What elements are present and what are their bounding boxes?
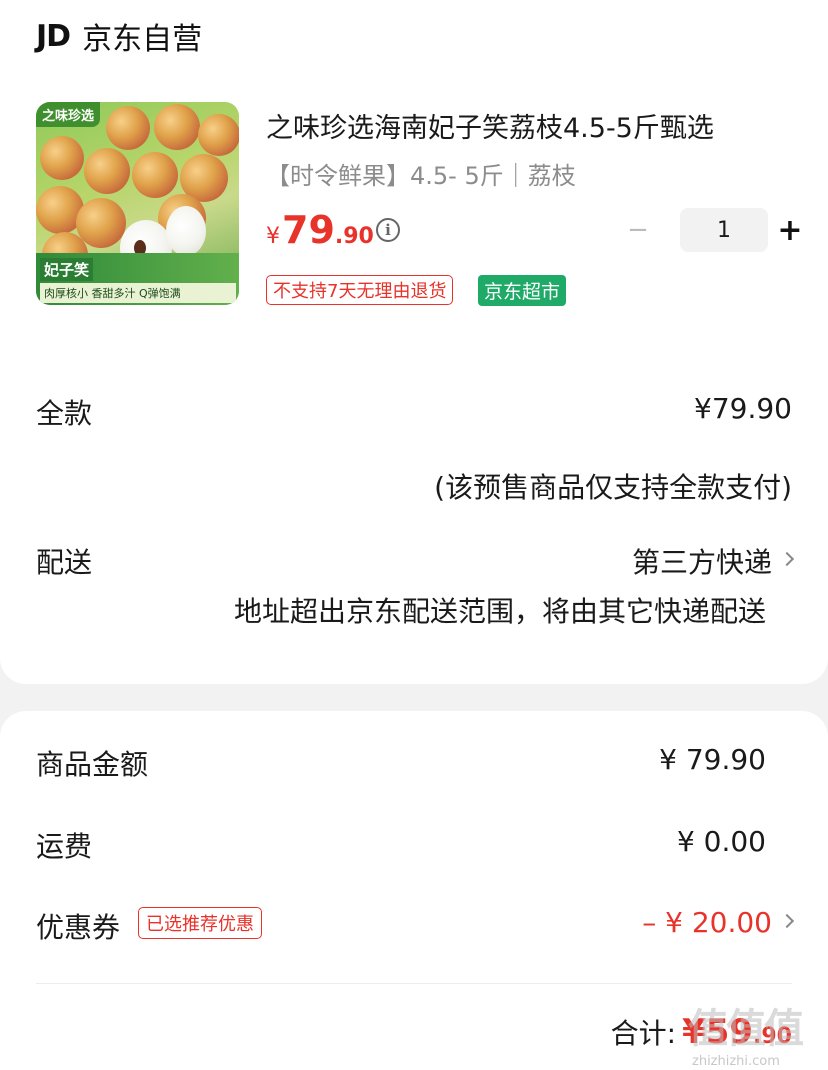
watermark-glyphs: 值值值 xyxy=(688,1006,804,1052)
price-integer: 79 xyxy=(282,208,335,252)
delivery-value: 第三方快递 xyxy=(631,546,772,579)
shop-name: 京东自营 xyxy=(82,22,203,57)
decrease-quantity-button[interactable]: − xyxy=(620,208,656,252)
delivery-label: 配送 xyxy=(36,546,93,579)
quantity-input[interactable]: 1 xyxy=(680,208,768,252)
no-return-tag: 不支持7天无理由退货 xyxy=(266,275,454,305)
product-image-banner-sub: 肉厚核小 香甜多汁 Q弹饱满 xyxy=(40,283,236,303)
lychee-fruit xyxy=(106,106,150,150)
chevron-right-icon xyxy=(779,551,795,567)
watermark-domain: zhizhizhi.com xyxy=(692,1054,780,1069)
delivery-note: 地址超出京东配送范围，将由其它快递配送 xyxy=(233,595,766,628)
product-price: ¥ 79 .90 xyxy=(266,208,374,252)
peeled-lychee xyxy=(166,206,206,256)
product-spec[interactable]: 【时令鲜果】4.5- 5斤｜荔枝 xyxy=(266,156,576,191)
goods-amount-label: 商品金额 xyxy=(36,748,149,781)
product-image[interactable]: 之味珍选 妃子笑 肉厚核小 香甜多汁 Q弹饱满 xyxy=(36,102,239,305)
price-decimal: .90 xyxy=(334,224,374,249)
chevron-right-icon xyxy=(779,913,795,928)
lychee-fruit xyxy=(40,136,84,180)
coupon-value: – ¥ 20.00 xyxy=(642,906,772,939)
lychee-fruit xyxy=(84,148,130,194)
jd-logo: JD xyxy=(36,18,71,54)
goods-amount-value: ¥ 79.90 xyxy=(659,743,766,776)
quantity-stepper: − 1 + xyxy=(620,208,808,252)
watermark: 值值值 zhizhizhi.com xyxy=(688,996,818,1069)
payment-label: 全款 xyxy=(36,397,93,430)
total-label: 合计: xyxy=(610,1017,677,1050)
product-image-banner-title: 妃子笑 xyxy=(40,258,94,281)
payment-value: ¥79.90 xyxy=(694,392,792,425)
shop-header[interactable]: JD 京东自营 xyxy=(36,14,202,58)
lychee-fruit xyxy=(132,152,178,198)
coupon-label: 优惠券 xyxy=(36,911,121,944)
jd-supermarket-tag: 京东超市 xyxy=(478,275,567,306)
info-icon[interactable]: i xyxy=(376,218,400,242)
payment-note: (该预售商品仅支持全款支付) xyxy=(434,471,792,504)
delivery-option[interactable]: 第三方快递 xyxy=(631,541,795,581)
product-brand-badge: 之味珍选 xyxy=(36,102,101,127)
price-currency: ¥ xyxy=(266,224,280,249)
coupon-recommended-tag: 已选推荐优惠 xyxy=(138,907,262,939)
increase-quantity-button[interactable]: + xyxy=(772,208,808,252)
summary-divider xyxy=(36,983,792,984)
shipping-fee-value: ¥ 0.00 xyxy=(676,825,766,858)
lychee-fruit xyxy=(154,104,200,150)
product-title[interactable]: 之味珍选海南妃子笑荔枝4.5-5斤甄选 xyxy=(266,106,786,145)
lychee-fruit xyxy=(198,114,239,156)
coupon-option[interactable]: – ¥ 20.00 xyxy=(642,906,795,939)
shipping-fee-label: 运费 xyxy=(36,830,93,863)
